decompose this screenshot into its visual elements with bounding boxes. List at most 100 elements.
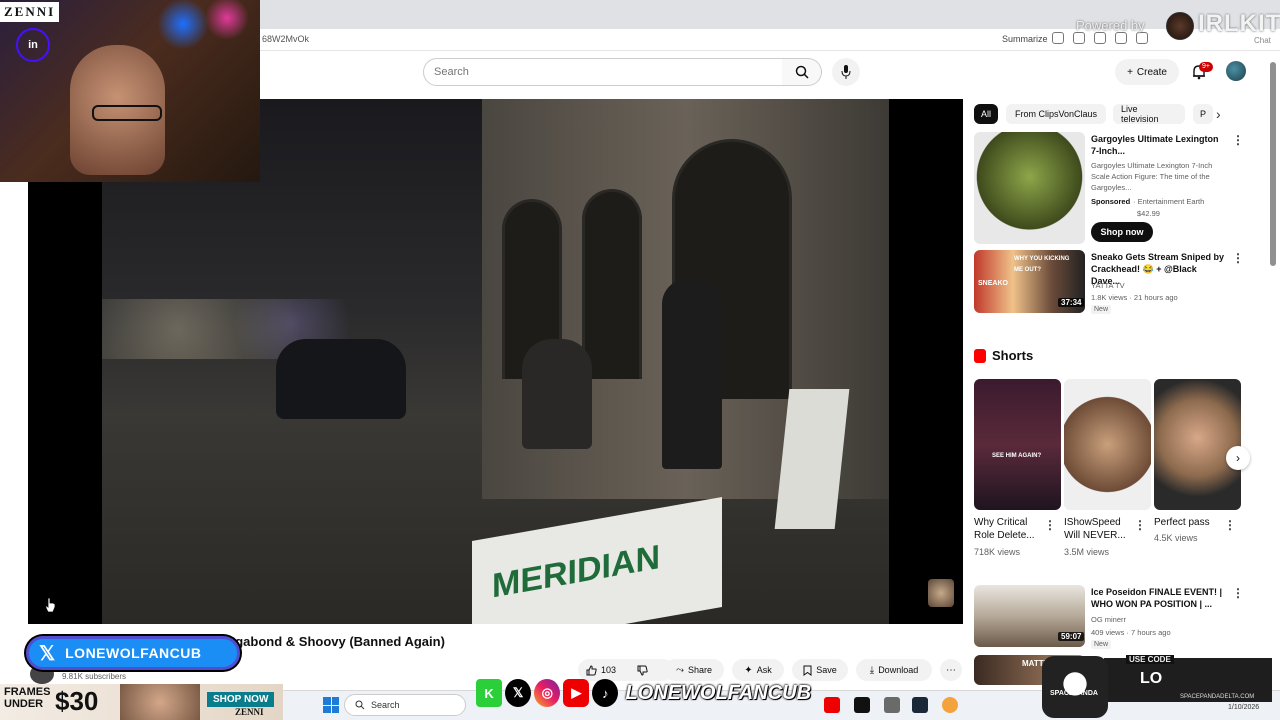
person [522,339,592,449]
video-title: agabond & Shoovy (Banned Again) [228,634,445,649]
use-code-label: USE CODE [1126,655,1174,664]
chip-live-television[interactable]: Live television [1113,104,1185,124]
taskbar-date: 1/10/2026 [1228,704,1260,711]
windows-start-icon[interactable] [323,697,339,713]
netflix-app-icon[interactable] [854,697,870,713]
thumbs-up-icon [586,664,597,675]
x-handle-overlay: 𝕏 LONEWOLFANCUB [26,636,240,670]
sponsored-label: Sponsored [1091,197,1131,206]
short-thumbnail[interactable]: SEE HIM AGAIN? [974,379,1061,510]
extension-icon[interactable] [1052,32,1064,44]
glasses [92,105,162,121]
ad-title[interactable]: Gargoyles Ultimate Lexington 7-Inch... [1091,133,1223,157]
promo-code-text: LO [1140,670,1163,687]
video-meta: 1.8K views · 21 hours ago [1091,293,1178,302]
more-vertical-icon[interactable]: ⋮ [1044,518,1056,532]
search-button[interactable] [782,58,822,86]
channel-name[interactable]: YATTA TV [1091,280,1125,291]
short-thumbnail[interactable] [1154,379,1241,510]
youtube-app-icon[interactable] [824,697,840,713]
more-vertical-icon[interactable]: ⋮ [1134,518,1146,532]
streamer-webcam: in ZENNI [0,0,260,182]
app-icon[interactable] [942,697,958,713]
video-meta: 409 views · 7 hours ago [1091,628,1171,637]
spacepanda-logo-icon [1042,656,1108,718]
frames-price: $30 [55,686,99,716]
spacepanda-url: SPACEPANDADELTA.COM [1180,694,1255,700]
search-box[interactable] [423,58,783,86]
new-badge: New [1091,305,1112,314]
bookmark-icon[interactable] [1073,32,1085,44]
meridian-sign: MERIDIAN [472,496,722,624]
app-icon[interactable] [884,697,900,713]
more-vertical-icon[interactable]: ⋮ [1232,133,1244,147]
chip-from-channel[interactable]: From ClipsVonClaus [1006,104,1106,124]
irlkit-logo: IRLKIT [1198,10,1280,37]
more-vertical-icon[interactable]: ⋮ [1224,518,1236,532]
parked-car [276,339,406,419]
voice-search-button[interactable] [832,58,860,86]
ad-price: $42.99 [1137,209,1160,218]
taskbar-search[interactable]: Search [344,694,466,716]
social-links-overlay: K 𝕏 ◎ ▶ ♪ LONEWOLFANCUB [476,677,811,709]
summarize-button[interactable]: Summarize [1002,34,1048,44]
steam-app-icon[interactable] [912,697,928,713]
video-duration: 59:07 [1058,632,1085,641]
shorts-logo-icon [974,348,986,363]
more-horizontal-icon: ⋯ [946,664,956,676]
model-photo [120,684,200,720]
download-button[interactable]: ⤓ Download [856,659,932,681]
short-views: 718K views [974,547,1021,557]
x-handle-text: LONEWOLFANCUB [65,645,202,661]
more-vertical-icon[interactable]: ⋮ [1232,251,1244,265]
more-actions-button[interactable]: ⋯ [940,659,962,681]
refresh-icon[interactable] [1094,32,1106,44]
short-title[interactable]: Why Critical Role Delete... [974,516,1044,542]
create-label: Create [1136,66,1167,78]
chip-all[interactable]: All [974,104,998,124]
shorts-next-button[interactable]: › [1226,446,1250,470]
video-duration: 37:34 [1058,298,1085,307]
search-icon [355,700,365,710]
chip-partial[interactable]: P [1193,104,1213,124]
youtube-icon: ▶ [563,679,590,707]
person [662,279,722,469]
notification-count-badge: 9+ [1199,62,1213,72]
short-title[interactable]: IShowSpeed Will NEVER... [1064,516,1134,542]
zenni-small-logo: ZENNI [235,707,264,717]
chevron-right-icon[interactable]: › [1216,106,1221,122]
url-text[interactable]: 68W2MvOk [262,34,309,44]
share-arrow-icon: ⤳ [675,664,684,676]
shorts-header: Shorts [974,348,1033,363]
plus-icon: + [1127,66,1133,78]
account-avatar[interactable] [1226,61,1246,81]
video-thumbnail[interactable]: 59:07 [974,585,1085,647]
search-input[interactable] [424,59,782,85]
ad-thumbnail[interactable] [974,132,1085,244]
create-button[interactable]: + Create [1115,59,1179,85]
page-scrollbar[interactable] [1270,62,1276,266]
microphone-icon [841,65,851,79]
download-icon: ⤓ [869,664,875,676]
kick-icon: K [476,679,503,707]
channel-name[interactable]: OG minerr [1091,614,1126,625]
video-thumbnail[interactable]: WHY YOU KICKING ME OUT? SNEAKO 37:34 [974,250,1085,313]
video-title[interactable]: Ice Poseidon FINALE EVENT! | WHO WON PA … [1091,586,1226,610]
thumbs-down-icon [637,665,648,676]
short-thumbnail[interactable] [1064,379,1151,510]
arched-window [582,189,642,379]
shop-now-button[interactable]: Shop now [1091,222,1153,242]
neon-sign: in [16,28,50,62]
sidebar-icon[interactable] [1136,32,1148,44]
short-caption: SEE HIM AGAIN? [992,453,1042,459]
channel-watermark[interactable] [928,579,954,607]
puzzle-icon[interactable] [1115,32,1127,44]
thumbnail-caption: WHY YOU KICKING ME OUT? [1014,256,1070,273]
more-vertical-icon[interactable]: ⋮ [1232,586,1244,600]
short-title[interactable]: Perfect pass [1154,516,1224,529]
short-views: 4.5K views [1154,533,1198,543]
irlkit-mascot-icon [1166,12,1194,40]
sign-text: MERIDIAN [492,537,661,606]
bookmark-add-icon [803,665,812,676]
powered-by-text: Powered by [1076,18,1145,33]
